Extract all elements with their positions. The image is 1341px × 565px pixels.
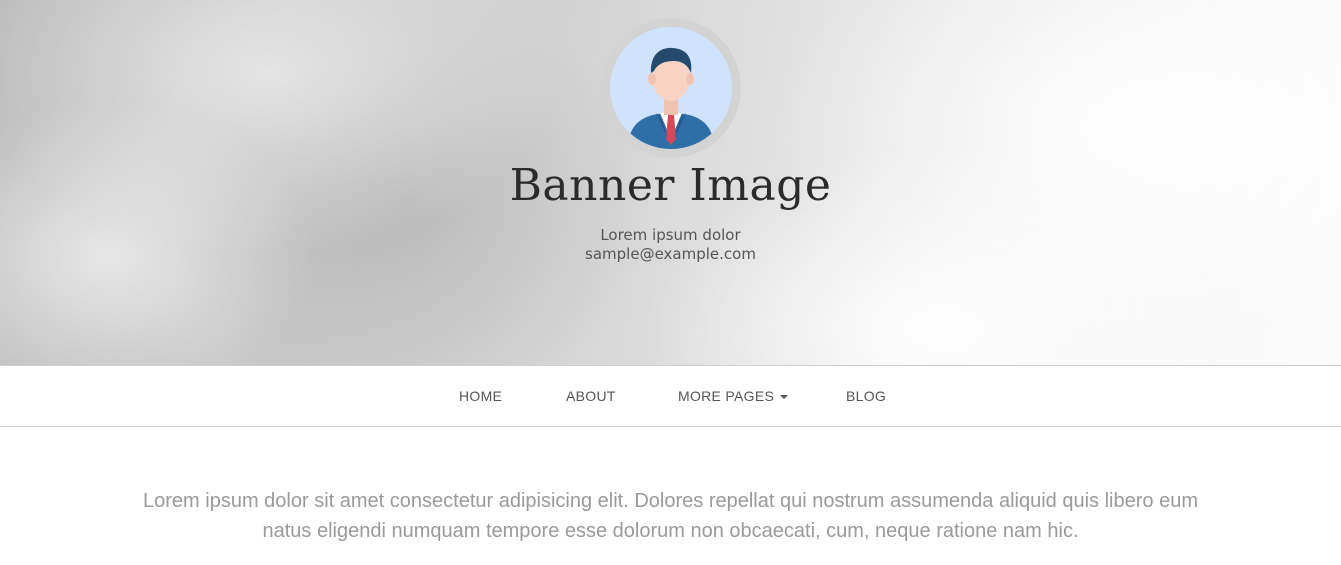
nav-item-about[interactable]: ABOUT — [566, 388, 616, 404]
main-nav: HOME ABOUT MORE PAGES BLOG — [0, 365, 1341, 427]
banner: Banner Image Lorem ipsum dolor sample@ex… — [0, 0, 1341, 365]
nav-item-blog[interactable]: BLOG — [846, 388, 886, 404]
avatar — [601, 18, 741, 158]
banner-email[interactable]: sample@example.com — [0, 245, 1341, 264]
user-avatar-icon — [610, 27, 732, 149]
banner-subtitle-block: Lorem ipsum dolor sample@example.com — [0, 226, 1341, 264]
banner-subtitle: Lorem ipsum dolor — [600, 226, 741, 244]
intro-text: Lorem ipsum dolor sit amet consectetur a… — [143, 490, 1198, 542]
page-title: Banner Image — [509, 160, 832, 211]
nav-item-more-pages-label: MORE PAGES — [678, 388, 775, 404]
caret-down-icon — [780, 395, 789, 400]
nav-item-more-pages[interactable]: MORE PAGES — [678, 388, 789, 404]
nav-item-home[interactable]: HOME — [459, 388, 502, 404]
